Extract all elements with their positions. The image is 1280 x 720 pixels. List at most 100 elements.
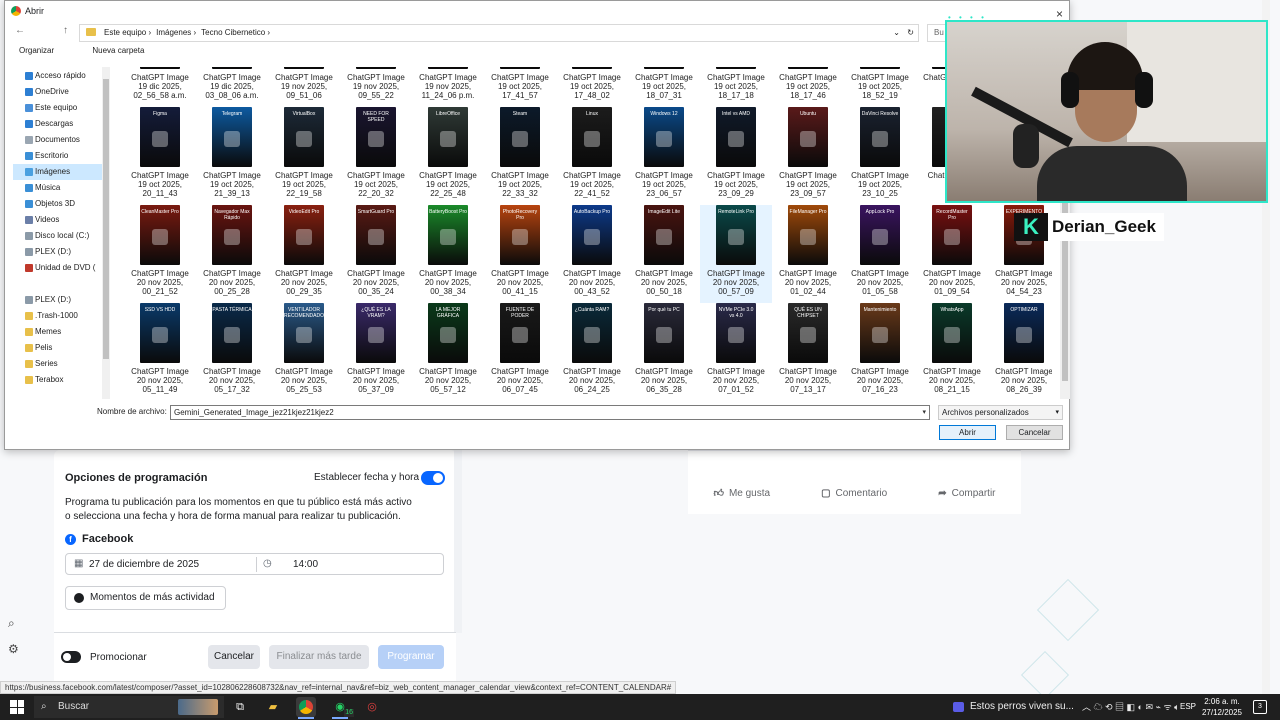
cancel-button[interactable]: Cancelar (1006, 425, 1063, 440)
taskbar-search[interactable]: ⌕ Buscar (34, 696, 224, 718)
composer-cancel-button[interactable]: Cancelar (208, 645, 260, 669)
file-item[interactable]: Linux ChatGPT Image 19 oct 2025, 22_41_52 (556, 107, 628, 205)
breadcrumb-item[interactable]: Este equipo › (104, 28, 151, 37)
nav-item[interactable]: Este equipo (13, 100, 103, 116)
file-item[interactable]: Figma ChatGPT Image 19 oct 2025, 20_11_43 (124, 107, 196, 205)
file-item[interactable]: SmartGuard Pro ChatGPT Image 20 nov 2025, 0… (340, 205, 412, 303)
file-item[interactable]: ChatGPT Image 19 oct 2025, 18_17_18 (700, 67, 772, 107)
filetype-select[interactable]: Archivos personalizados ▾ (938, 405, 1063, 420)
file-item[interactable]: LibreOffice ChatGPT Image 19 oct 2025, 22_2… (412, 107, 484, 205)
nav-item[interactable]: PLEX (D:) (13, 244, 103, 260)
file-item[interactable]: Por qué tu PC ChatGPT Image 20 nov 2025, 06… (628, 303, 700, 399)
date-time-picker[interactable]: ▦ 27 de diciembre de 2025 ◷ 14:00 (65, 553, 444, 575)
chevron-down-icon[interactable]: ▾ (922, 406, 926, 419)
file-item[interactable]: ChatGPT Image 19 nov 2025, 09_55_22 (340, 67, 412, 107)
nav-item[interactable]: .Trash-1000 (13, 308, 103, 324)
panel-scrollbar[interactable] (454, 450, 462, 633)
file-item[interactable]: RemoteLink Pro ChatGPT Image 20 nov 2025, 0… (700, 205, 772, 303)
file-item[interactable]: Ubuntu ChatGPT Image 19 oct 2025, 23_09_57 (772, 107, 844, 205)
file-item[interactable]: NEED FOR SPEED ChatGPT Image 19 oct 2025, 2… (340, 107, 412, 205)
nav-item[interactable]: PLEX (D:) (13, 292, 103, 308)
file-item[interactable]: FUENTE DE PODER ChatGPT Image 20 nov 2025,… (484, 303, 556, 399)
file-item[interactable]: VideoEdit Pro ChatGPT Image 20 nov 2025, 00… (268, 205, 340, 303)
organize-menu[interactable]: Organizar (19, 46, 54, 55)
file-item[interactable]: PhotoRecovery Pro ChatGPT Image 20 nov 202… (484, 205, 556, 303)
file-item[interactable]: ChatGPT Image 19 nov 2025, 09_51_06 (268, 67, 340, 107)
nav-item[interactable]: Escritorio (13, 148, 103, 164)
chevron-down-icon[interactable]: ⌄ (893, 25, 900, 41)
chrome-taskbar-icon[interactable] (296, 697, 316, 719)
file-item[interactable]: ChatGPT Image 19 oct 2025, 17_48_02 (556, 67, 628, 107)
file-item[interactable]: Telegram ChatGPT Image 19 oct 2025, 21_39_1… (196, 107, 268, 205)
up-arrow-icon[interactable]: ↑ (63, 25, 68, 36)
back-arrow-icon[interactable]: ← (15, 25, 25, 36)
gear-icon[interactable]: ⚙ (8, 636, 19, 662)
whatsapp-icon[interactable]: ◉ 16 (330, 697, 354, 719)
file-item[interactable]: VENTILADOR RECOMENDADO ChatGPT Image 20 no… (268, 303, 340, 399)
file-item[interactable]: OPTIMIZAR ChatGPT Image 20 nov 2025, 08_26_… (988, 303, 1052, 399)
open-button[interactable]: Abrir (939, 425, 996, 440)
file-item[interactable]: AppLock Pro ChatGPT Image 20 nov 2025, 01_0… (844, 205, 916, 303)
file-item[interactable]: ImageEdit Lite ChatGPT Image 20 nov 2025, 0… (628, 205, 700, 303)
file-item[interactable]: Intel vs AMD ChatGPT Image 19 oct 2025, 23_… (700, 107, 772, 205)
file-item[interactable]: Windows 12 ChatGPT Image 19 oct 2025, 23_06… (628, 107, 700, 205)
file-item[interactable]: QUÉ ES UN CHIPSET ChatGPT Image 20 nov 202… (772, 303, 844, 399)
notification-icon[interactable]: 3 (1253, 700, 1267, 714)
promote-toggle[interactable] (61, 651, 81, 663)
windows-start-icon[interactable] (10, 700, 24, 714)
file-item[interactable]: LA MEJOR GRÁFICA ChatGPT Image 20 nov 2025… (412, 303, 484, 399)
language-indicator[interactable]: ESP (1180, 694, 1196, 720)
file-item[interactable]: NVMe PCIe 3.0 vs 4.0 ChatGPT Image 20 nov … (700, 303, 772, 399)
file-item[interactable]: ChatGPT Image 19 nov 2025, 11_24_06 p.m. (412, 67, 484, 107)
taskbar-clock[interactable]: 2:06 a. m. 27/12/2025 (1196, 696, 1248, 718)
set-date-time-toggle[interactable] (421, 471, 445, 485)
active-moments-button[interactable]: Momentos de más actividad (65, 586, 226, 610)
file-item[interactable]: ChatGPT Image 19 oct 2025, 18_52_19 (844, 67, 916, 107)
breadcrumb-item[interactable]: Tecno Cibernetico › (201, 28, 270, 37)
nav-item[interactable]: Memes (13, 324, 103, 340)
system-tray[interactable]: ︿ ☁ ⟲ ▤ ◧ ◐ ✉ ⌁ ᯤ 🔈︎ (1082, 694, 1180, 720)
schedule-button[interactable]: Programar (378, 645, 444, 669)
file-item[interactable]: VirtualBox ChatGPT Image 19 oct 2025, 22_19… (268, 107, 340, 205)
nav-item[interactable]: Videos (13, 212, 103, 228)
file-item[interactable]: RecordMaster Pro ChatGPT Image 20 nov 2025… (916, 205, 988, 303)
file-item[interactable]: CleanMaster Pro ChatGPT Image 20 nov 2025,… (124, 205, 196, 303)
task-view-icon[interactable]: ⧉ (230, 697, 250, 717)
nav-scrollbar[interactable] (102, 67, 110, 399)
filename-input[interactable]: Gemini_Generated_Image_jez21kjez21kjez2 … (170, 405, 930, 420)
file-item[interactable]: Mantenimiento ChatGPT Image 20 nov 2025, 07… (844, 303, 916, 399)
recorder-icon[interactable]: ◎ (362, 697, 382, 717)
breadcrumb-item[interactable]: Imágenes › (156, 28, 196, 37)
comment-action[interactable]: ▢ Comentario (821, 487, 887, 499)
file-item[interactable]: ChatGPT Image 19 dic 2025, 02_56_58 a.m. (124, 67, 196, 107)
nav-item[interactable]: Acceso rápido (13, 68, 103, 84)
nav-item[interactable]: Pelis (13, 340, 103, 356)
nav-item[interactable]: OneDrive (13, 84, 103, 100)
nav-item[interactable]: Objetos 3D (13, 196, 103, 212)
nav-item[interactable]: Música (13, 180, 103, 196)
nav-item[interactable]: Series (13, 356, 103, 372)
finish-later-button[interactable]: Finalizar más tarde (269, 645, 369, 669)
date-field[interactable]: 27 de diciembre de 2025 (89, 559, 199, 570)
file-item[interactable]: SSD VS HDD ChatGPT Image 20 nov 2025, 05_11… (124, 303, 196, 399)
news-widget[interactable]: Estos perros viven su... (950, 694, 1074, 720)
search-icon[interactable]: ⌕ (8, 610, 19, 636)
file-item[interactable]: ChatGPT Image 19 oct 2025, 18_07_31 (628, 67, 700, 107)
nav-item[interactable]: Imágenes (13, 164, 103, 180)
file-item[interactable]: ¿Cuánta RAM? ChatGPT Image 20 nov 2025, 06_… (556, 303, 628, 399)
file-item[interactable]: Navegador Max Rápido ChatGPT Image 20 nov … (196, 205, 268, 303)
file-item[interactable]: DaVinci Resolve ChatGPT Image 19 oct 2025,… (844, 107, 916, 205)
file-item[interactable]: ¿QUÉ ES LA VRAM? ChatGPT Image 20 nov 2025… (340, 303, 412, 399)
address-bar[interactable]: Este equipo › Imágenes › Tecno Cibernetico… (79, 24, 919, 42)
file-item[interactable]: WhatsApp ChatGPT Image 20 nov 2025, 08_21_1… (916, 303, 988, 399)
nav-item[interactable]: Disco local (C:) (13, 228, 103, 244)
time-field[interactable]: 14:00 (293, 559, 318, 570)
refresh-icon[interactable]: ↻ (907, 25, 914, 41)
file-item[interactable]: ChatGPT Image 19 oct 2025, 18_17_46 (772, 67, 844, 107)
share-action[interactable]: ➦ Compartir (938, 487, 995, 499)
file-item[interactable]: PASTA TÉRMICA ChatGPT Image 20 nov 2025, 05… (196, 303, 268, 399)
file-item[interactable]: ChatGPT Image 19 oct 2025, 17_41_57 (484, 67, 556, 107)
new-folder-button[interactable]: Nueva carpeta (92, 46, 144, 55)
like-action[interactable]: 👍︎ Me gusta (713, 487, 770, 500)
file-item[interactable]: Steam ChatGPT Image 19 oct 2025, 22_33_32 (484, 107, 556, 205)
